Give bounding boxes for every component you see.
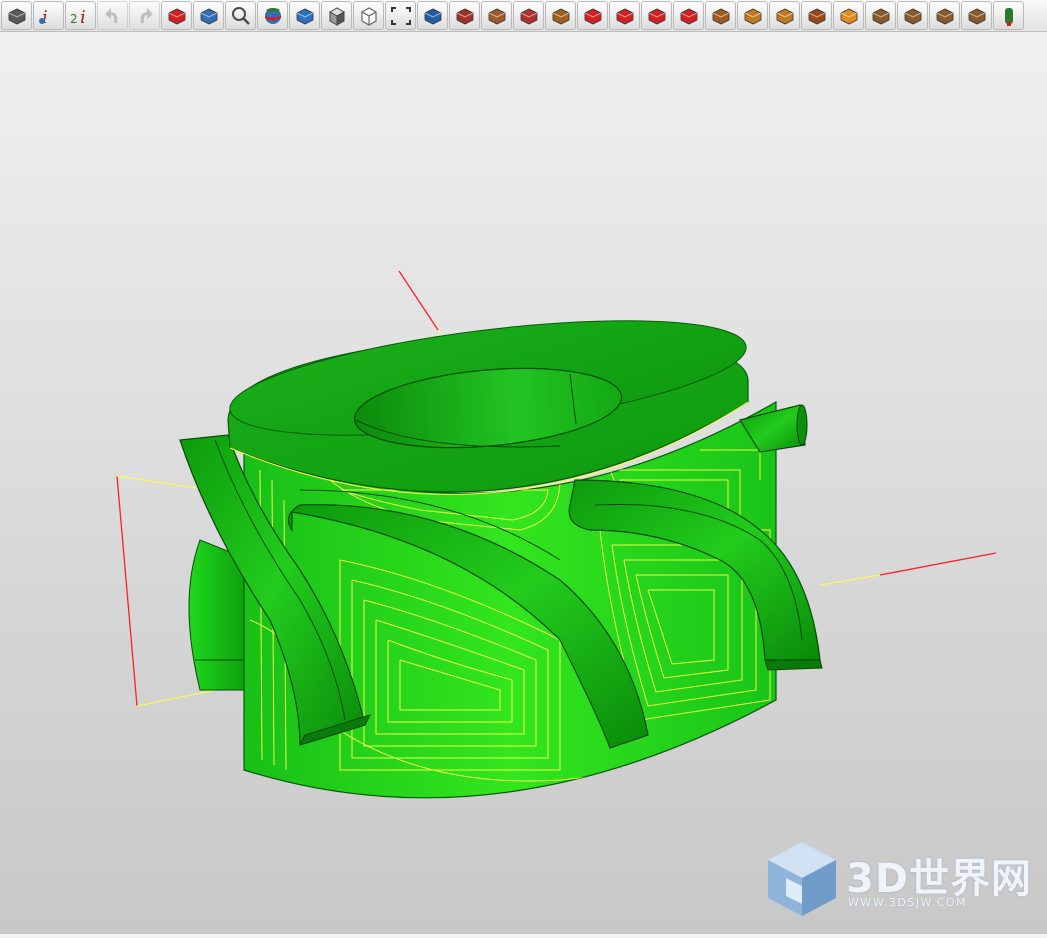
shaded-cube-icon [325,5,349,27]
revolve-goblet-button[interactable] [801,1,832,30]
transparent-solid-icon [197,5,221,27]
info-two-entities-icon: 2i [69,5,93,27]
info-two-entities-button[interactable]: 2i [65,1,96,30]
shaded-solid-button[interactable] [161,1,192,30]
render-sphere-icon [261,5,285,27]
info-icon: i [37,5,61,27]
section-cut-button[interactable] [1,1,32,30]
fold-surface-icon [933,5,957,27]
3d-viewport[interactable] [0,33,1047,934]
view-plane-button[interactable] [289,1,320,30]
undo-button[interactable] [97,1,128,30]
zoom-button[interactable] [225,1,256,30]
measure-curve-button[interactable] [481,1,512,30]
fit-all-icon [389,5,413,27]
shaded-cube-button[interactable] [321,1,352,30]
motion-animation-button[interactable] [449,1,480,30]
boolean-red-button[interactable] [641,1,672,30]
bend-surface-icon [869,5,893,27]
bend-surface-button[interactable] [865,1,896,30]
curved-surface-button[interactable] [961,1,992,30]
surface-offset-button[interactable] [769,1,800,30]
redo-icon [133,5,157,27]
wireframe-cube-button[interactable] [353,1,384,30]
axis-line [398,270,439,331]
pocket-red-icon [677,5,701,27]
sweep-curve-icon [709,5,733,27]
pocket-red-button[interactable] [673,1,704,30]
sweep-curve-button[interactable] [705,1,736,30]
measure-curve-icon [485,5,509,27]
blend-surface-button[interactable] [897,1,928,30]
shaded-solid-icon [165,5,189,27]
fit-all-button[interactable] [385,1,416,30]
view-plane-icon [293,5,317,27]
surface-sweep-button[interactable] [417,1,448,30]
surface-strip-button[interactable] [737,1,768,30]
svg-text:i: i [80,7,86,27]
loft-surface-button[interactable] [545,1,576,30]
flat-surface-icon [837,5,861,27]
section-cut-icon [5,5,29,27]
cube-logo-icon [768,842,836,916]
site-watermark: 3D世界网 WWW.3DSJW.COM [764,840,1034,920]
model-scene [116,270,997,799]
extrude-block-button[interactable] [609,1,640,30]
blend-surface-icon [901,5,925,27]
transparent-solid-button[interactable] [193,1,224,30]
extrude-red-icon [581,5,605,27]
svg-text:i: i [42,7,48,27]
more-tools-icon [997,5,1021,27]
svg-text:2: 2 [70,12,78,26]
axis-line [879,552,997,576]
extrude-red-button[interactable] [577,1,608,30]
ruled-surface-icon [517,5,541,27]
revolve-goblet-icon [805,5,829,27]
zoom-icon [229,5,253,27]
surface-strip-icon [741,5,765,27]
watermark-url: WWW.3DSJW.COM [848,896,967,909]
surface-offset-icon [773,5,797,27]
motion-animation-icon [453,5,477,27]
undo-icon [101,5,125,27]
axis-line [819,574,881,586]
wireframe-cube-icon [357,5,381,27]
flat-surface-button[interactable] [833,1,864,30]
loft-surface-icon [549,5,573,27]
surface-sweep-icon [421,5,445,27]
info-button[interactable]: i [33,1,64,30]
ruled-surface-button[interactable] [513,1,544,30]
more-tools-button[interactable] [993,1,1024,30]
axis-line [116,475,138,707]
curved-surface-icon [965,5,989,27]
render-sphere-button[interactable] [257,1,288,30]
main-toolbar: i2i [0,0,1047,32]
redo-button[interactable] [129,1,160,30]
boolean-red-icon [645,5,669,27]
extrude-block-icon [613,5,637,27]
fold-surface-button[interactable] [929,1,960,30]
